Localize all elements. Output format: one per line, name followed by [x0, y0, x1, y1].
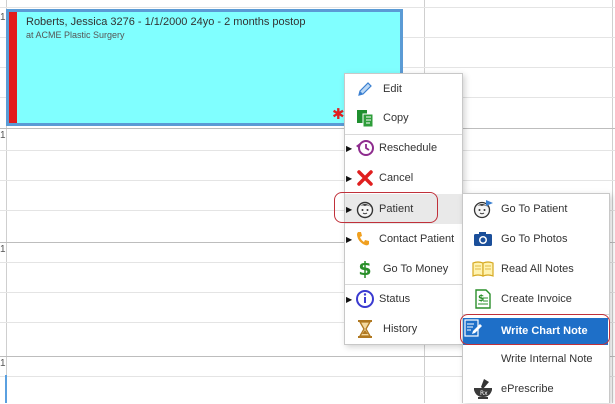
menu-separator: [463, 314, 609, 315]
patient-go-icon: [472, 198, 494, 220]
context-menu: Edit Copy ▶ Reschedule ▶ Cancel ▶ Patien…: [344, 73, 463, 345]
submenu-item-label: Create Invoice: [501, 293, 572, 305]
hour-label: 1: [0, 244, 6, 255]
menu-item-label: Status: [379, 293, 411, 305]
submenu-item-read-all-notes[interactable]: Read All Notes: [463, 254, 609, 284]
chart-note-icon: [463, 319, 483, 342]
menu-item-edit[interactable]: Edit: [345, 74, 462, 104]
submenu-arrow-icon: ▶: [346, 294, 353, 304]
phone-icon: [352, 228, 374, 250]
hour-label: 1: [0, 358, 6, 369]
submenu-arrow-icon: ▶: [346, 173, 353, 183]
grid-hline: [0, 180, 615, 181]
menu-item-cancel[interactable]: ▶ Cancel: [345, 163, 462, 193]
menu-item-contact-patient[interactable]: ▶ Contact Patient: [345, 224, 462, 254]
menu-item-label: Edit: [383, 83, 402, 95]
menu-item-label: Patient: [379, 203, 414, 215]
menu-item-history[interactable]: History: [345, 314, 462, 344]
appointment-status-bar: [9, 12, 17, 123]
patient-submenu: Go To Patient Go To Photos Read All Note…: [462, 193, 610, 403]
svg-text:$: $: [478, 294, 484, 304]
submenu-item-label: Go To Photos: [501, 233, 568, 245]
grid-hline: [0, 150, 615, 151]
submenu-item-write-chart-note[interactable]: Write Chart Note: [463, 318, 608, 345]
grid-hline: [0, 7, 615, 8]
hour-label: 1: [0, 12, 6, 23]
submenu-arrow-icon: ▶: [346, 204, 353, 214]
menu-item-copy[interactable]: Copy: [345, 103, 462, 133]
submenu-arrow-icon: ▶: [346, 143, 353, 153]
menu-item-patient[interactable]: ▶ Patient: [345, 194, 462, 224]
hour-label: 1: [0, 130, 6, 141]
submenu-item-create-invoice[interactable]: $ Create Invoice: [463, 284, 609, 314]
appointment-title: Roberts, Jessica 3276 - 1/1/2000 24yo - …: [26, 16, 306, 28]
camera-icon: [472, 228, 494, 250]
appointment-location: at ACME Plastic Surgery: [26, 30, 125, 40]
dollar-icon: $: [358, 258, 372, 280]
submenu-item-write-internal-note[interactable]: Write Internal Note: [463, 344, 609, 374]
submenu-item-go-to-patient[interactable]: Go To Patient: [463, 194, 609, 224]
asterisk-flag-icon: ✱: [332, 106, 345, 123]
patient-face-icon: [354, 198, 376, 220]
submenu-item-label: Write Internal Note: [501, 353, 593, 365]
menu-item-status[interactable]: ▶ Status: [345, 284, 462, 314]
grid-hour-line: [0, 128, 615, 129]
grid-vline: [612, 0, 613, 403]
invoice-icon: $: [472, 288, 494, 310]
menu-item-label: History: [383, 323, 418, 335]
menu-item-label: Cancel: [379, 172, 414, 184]
pencil-icon: [354, 78, 376, 100]
svg-text:Rx: Rx: [480, 390, 488, 397]
menu-item-go-to-money[interactable]: $ Go To Money: [345, 254, 462, 284]
submenu-item-go-to-photos[interactable]: Go To Photos: [463, 224, 609, 254]
book-icon: [472, 258, 494, 280]
menu-item-label: Go To Money: [383, 263, 449, 275]
current-time-marker: [5, 375, 7, 403]
menu-item-label: Contact Patient: [379, 233, 455, 245]
submenu-item-label: Read All Notes: [501, 263, 574, 275]
info-icon: [354, 288, 376, 310]
submenu-item-label: Write Chart Note: [501, 325, 588, 337]
hourglass-icon: [354, 318, 376, 340]
submenu-item-eprescribe[interactable]: Rx ePrescribe: [463, 374, 609, 404]
copy-icon: [354, 107, 376, 129]
submenu-item-label: Go To Patient: [501, 203, 568, 215]
mortar-pestle-icon: Rx: [472, 378, 494, 400]
cancel-x-icon: [354, 167, 376, 189]
menu-item-label: Reschedule: [379, 142, 438, 154]
menu-item-reschedule[interactable]: ▶ Reschedule: [345, 133, 462, 163]
menu-item-label: Copy: [383, 112, 409, 124]
submenu-item-label: ePrescribe: [501, 383, 554, 395]
reschedule-icon: [354, 137, 376, 159]
